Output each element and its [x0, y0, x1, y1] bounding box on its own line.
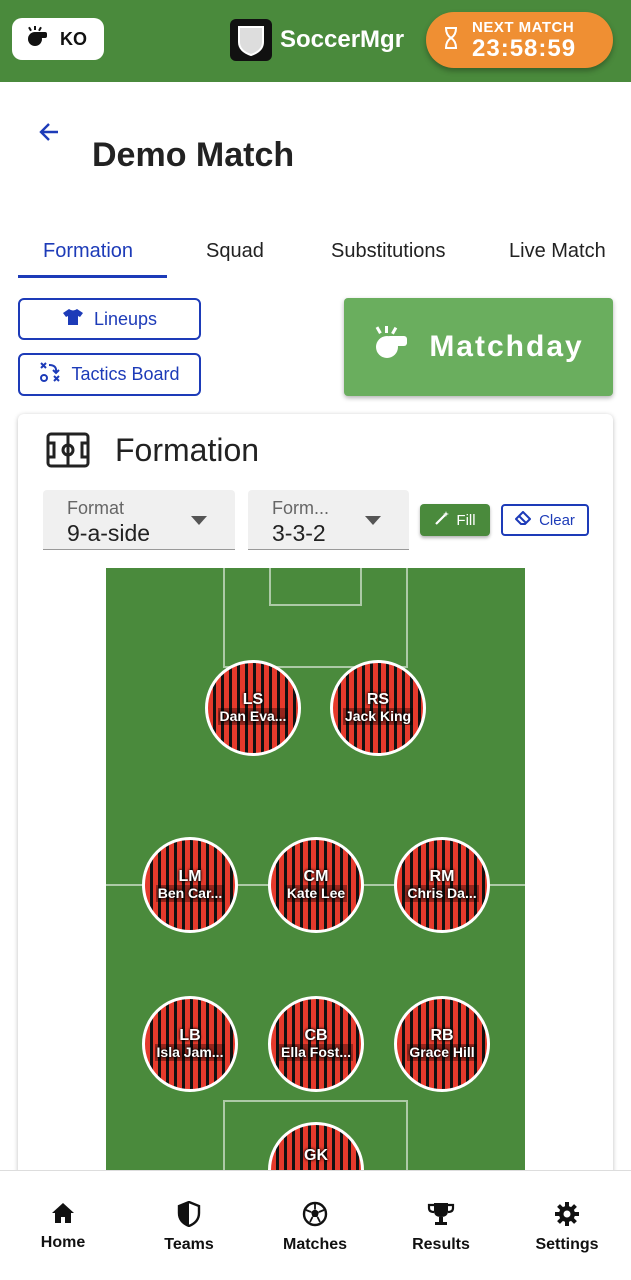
formation-select-value: 3-3-2 [272, 520, 326, 546]
tab-substitutions[interactable]: Substitutions [331, 240, 446, 263]
kickoff-label: KO [60, 28, 87, 49]
formation-select-label: Form... [272, 498, 329, 518]
player-position: LM [178, 867, 202, 885]
eraser-icon [515, 511, 533, 529]
nav-settings[interactable]: Settings [504, 1201, 630, 1254]
tab-formation[interactable]: Formation [43, 240, 133, 263]
fill-label: Fill [456, 511, 476, 529]
player-name: Jack King [342, 708, 414, 726]
back-arrow-icon[interactable] [36, 118, 64, 146]
player-name: Isla Jam... [154, 1044, 226, 1062]
clear-button[interactable]: Clear [501, 504, 589, 536]
player-token-lb[interactable]: LB Isla Jam... [142, 996, 238, 1092]
matchday-button[interactable]: Matchday [344, 298, 613, 396]
format-select-label: Format [67, 498, 125, 518]
player-position: LS [242, 690, 264, 708]
player-token-cm[interactable]: CM Kate Lee [268, 837, 364, 933]
nav-matches-label: Matches [282, 1236, 348, 1253]
shield-logo-icon [230, 19, 272, 61]
player-position: RM [429, 867, 455, 885]
whistle-icon [26, 25, 50, 53]
shirt-icon [62, 308, 84, 331]
player-name: Ella Fost... [278, 1044, 353, 1062]
fill-button[interactable]: Fill [420, 504, 490, 536]
gear-icon [554, 1201, 580, 1232]
home-icon [50, 1201, 76, 1230]
app-logo: SoccerMgr [230, 18, 404, 62]
player-name: Dan Eva... [217, 708, 289, 726]
player-token-rm[interactable]: RM Chris Da... [394, 837, 490, 933]
nav-home-label: Home [40, 1234, 86, 1251]
format-select-value: 9-a-side [67, 520, 151, 546]
whistle-icon [373, 326, 411, 368]
pitch-icon [46, 432, 90, 473]
chevron-down-icon [365, 516, 381, 525]
tab-squad[interactable]: Squad [206, 240, 264, 263]
matchday-label: Matchday [429, 330, 584, 363]
lineups-label: Lineups [93, 308, 158, 329]
formation-card: Formation Format 9-a-side Form... 3-3-2 … [18, 414, 613, 1280]
player-position: CM [303, 867, 329, 885]
chevron-down-icon [191, 516, 207, 525]
format-select[interactable]: Format 9-a-side [43, 490, 235, 550]
player-position: RB [430, 1026, 454, 1044]
nav-matches[interactable]: Matches [252, 1201, 378, 1254]
player-token-ls[interactable]: LS Dan Eva... [205, 660, 301, 756]
player-position: CB [304, 1026, 328, 1044]
nav-results-label: Results [412, 1236, 470, 1253]
player-position: GK [304, 1147, 328, 1164]
nav-results[interactable]: Results [378, 1201, 504, 1254]
formation-select[interactable]: Form... 3-3-2 [248, 490, 409, 550]
top-goal-box [269, 568, 362, 606]
player-token-lm[interactable]: LM Ben Car... [142, 837, 238, 933]
page-title: Demo Match [92, 136, 295, 174]
app-name: SoccerMgr [280, 26, 405, 53]
trophy-icon [427, 1201, 455, 1232]
player-name: Ben Car... [155, 885, 225, 903]
next-match-time: 23:58:59 [472, 34, 577, 62]
tab-live-match[interactable]: Live Match [509, 240, 606, 263]
next-match-countdown[interactable]: NEXT MATCH 23:58:59 [426, 12, 613, 68]
next-match-label: NEXT MATCH [472, 18, 575, 36]
tactics-icon [39, 361, 61, 388]
player-token-rs[interactable]: RS Jack King [330, 660, 426, 756]
hourglass-icon [444, 26, 458, 54]
clear-label: Clear [539, 511, 575, 529]
player-position: LB [179, 1026, 201, 1044]
nav-home[interactable]: Home [0, 1201, 126, 1252]
bottom-navigation: Home Teams Matches Results Settings [0, 1170, 631, 1280]
player-token-rb[interactable]: RB Grace Hill [394, 996, 490, 1092]
shield-icon [177, 1200, 201, 1232]
formation-pitch: LS Dan Eva... RS Jack King LM Ben Car...… [106, 568, 525, 1188]
top-app-bar: KO SoccerMgr NEXT MATCH 23:58:59 [0, 0, 631, 82]
player-name: Grace Hill [407, 1044, 477, 1062]
player-token-cb[interactable]: CB Ella Fost... [268, 996, 364, 1092]
nav-teams-label: Teams [164, 1236, 214, 1253]
lineups-button[interactable]: Lineups [18, 298, 201, 340]
player-name: Chris Da... [405, 885, 479, 903]
soccer-ball-icon [302, 1201, 328, 1232]
magic-wand-icon [434, 510, 450, 530]
nav-teams[interactable]: Teams [126, 1200, 252, 1254]
formation-card-title: Formation [115, 432, 260, 468]
kickoff-button[interactable]: KO [12, 18, 104, 60]
tactics-board-label: Tactics Board [71, 364, 180, 384]
tactics-board-button[interactable]: Tactics Board [18, 353, 201, 396]
active-tab-indicator [18, 275, 167, 278]
player-name: Kate Lee [284, 885, 348, 903]
match-tabs: Formation Squad Substitutions Live Match [0, 226, 631, 280]
nav-settings-label: Settings [535, 1236, 599, 1253]
player-position: RS [366, 690, 390, 708]
